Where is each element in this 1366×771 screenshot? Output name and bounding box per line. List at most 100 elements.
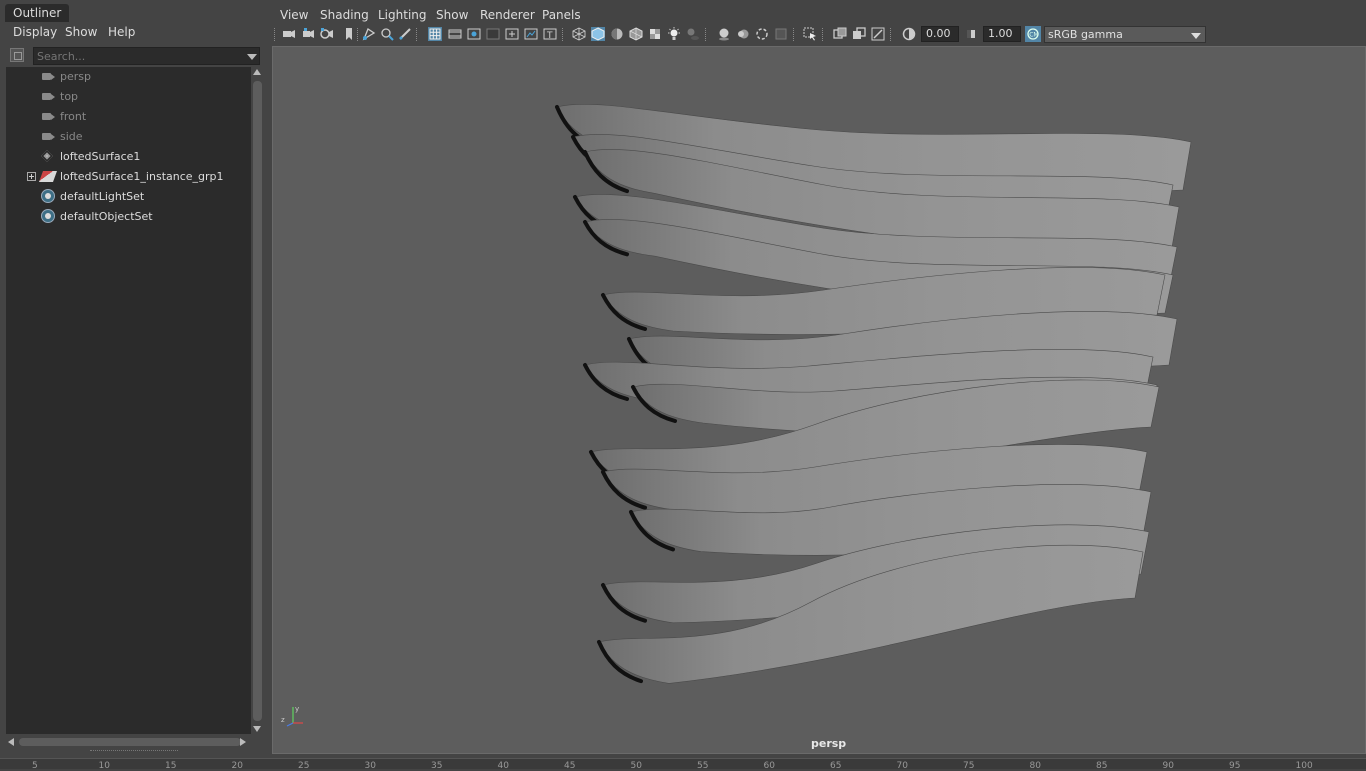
filter-icon[interactable]: [10, 48, 24, 62]
outliner-item-front[interactable]: front: [6, 107, 251, 127]
time-tick-label: 35: [431, 761, 443, 771]
toolbar-separator: [822, 28, 825, 41]
viewport-menu-bar: View Shading Lighting Show Renderer Pane…: [270, 4, 1366, 24]
wireframe-on-shaded-icon[interactable]: [629, 27, 643, 41]
menu-show[interactable]: Show: [65, 22, 97, 42]
set-icon: [41, 209, 55, 223]
film-gate-icon[interactable]: [448, 27, 462, 41]
lights-icon[interactable]: [667, 27, 681, 41]
time-tick-label: 45: [564, 761, 576, 771]
color-space-select[interactable]: sRGB gamma: [1044, 26, 1206, 43]
color-management-icon[interactable]: CM: [1025, 26, 1041, 42]
lofted-surface-geometry[interactable]: [273, 47, 1366, 754]
time-tick-label: 75: [963, 761, 975, 771]
svg-text:z: z: [281, 716, 285, 724]
scrollbar-thumb[interactable]: [253, 81, 262, 721]
outliner-item-persp[interactable]: persp: [6, 67, 251, 87]
outliner-item-label: defaultObjectSet: [60, 210, 153, 223]
ambient-occlusion-icon[interactable]: [717, 27, 731, 41]
outliner-item-label: persp: [60, 70, 91, 83]
outliner-horizontal-scrollbar[interactable]: [6, 736, 251, 748]
safe-title-icon[interactable]: T: [543, 27, 557, 41]
bookmark-camera-icon[interactable]: [320, 27, 334, 41]
camera-icon: [42, 133, 55, 140]
viewport-toolbar: T 0.00 1.00 CM sRGB gamma: [270, 24, 1366, 46]
outliner-item-top[interactable]: top: [6, 87, 251, 107]
axis-gizmo: z y: [281, 705, 303, 727]
toolbar-separator: [890, 28, 893, 41]
expand-plus-icon[interactable]: [27, 172, 36, 181]
menu-view[interactable]: View: [280, 7, 308, 23]
menu-lighting[interactable]: Lighting: [378, 7, 427, 23]
toolbar-separator: [274, 28, 277, 41]
image-plane-icon[interactable]: [362, 27, 376, 41]
scroll-up-arrow-icon[interactable]: [253, 69, 261, 75]
depth-of-field-icon[interactable]: [774, 27, 788, 41]
gamma-icon[interactable]: [964, 27, 978, 41]
textured-icon[interactable]: [648, 27, 662, 41]
menu-show[interactable]: Show: [436, 7, 468, 23]
toolbar-separator: [416, 28, 419, 41]
scrollbar-thumb[interactable]: [19, 738, 241, 746]
nurbs-surface-icon: [40, 149, 54, 163]
grease-pencil-icon[interactable]: [398, 27, 412, 41]
outliner-item-label: defaultLightSet: [60, 190, 145, 203]
anti-aliasing-icon[interactable]: [755, 27, 769, 41]
xray-joints-icon[interactable]: [871, 27, 885, 41]
outliner-item-default-object-set[interactable]: defaultObjectSet: [6, 207, 251, 227]
safe-action-icon[interactable]: [524, 27, 538, 41]
resolution-gate-icon[interactable]: [467, 27, 481, 41]
outliner-tab[interactable]: Outliner: [5, 4, 70, 22]
search-input[interactable]: [33, 47, 260, 65]
two-d-pan-zoom-icon[interactable]: [380, 27, 394, 41]
outliner-item-default-light-set[interactable]: defaultLightSet: [6, 187, 251, 207]
menu-panels[interactable]: Panels: [542, 7, 581, 23]
resize-grip[interactable]: [90, 750, 178, 753]
menu-renderer[interactable]: Renderer: [480, 7, 535, 23]
set-icon: [41, 189, 55, 203]
xray-active-components-icon[interactable]: [852, 27, 866, 41]
wireframe-icon[interactable]: [572, 27, 586, 41]
outliner-item-label: side: [60, 130, 83, 143]
outliner-item-side[interactable]: side: [6, 127, 251, 147]
xray-icon[interactable]: [833, 27, 847, 41]
gamma-field[interactable]: 1.00: [983, 26, 1021, 42]
time-tick-label: 100: [1295, 761, 1313, 771]
menu-display[interactable]: Display: [13, 22, 57, 42]
outliner-vertical-scrollbar[interactable]: [252, 67, 263, 734]
time-tick-label: 80: [1029, 761, 1041, 771]
select-camera-icon[interactable]: [282, 27, 296, 41]
time-tick-label: 15: [165, 761, 177, 771]
svg-text:CM: CM: [1029, 32, 1038, 39]
scroll-left-arrow-icon[interactable]: [8, 738, 14, 746]
chevron-down-icon[interactable]: [1191, 33, 1201, 39]
shadows-icon[interactable]: [686, 27, 700, 41]
scroll-down-arrow-icon[interactable]: [253, 726, 261, 732]
3d-viewport[interactable]: z y persp: [272, 46, 1366, 754]
chevron-down-icon[interactable]: [247, 54, 257, 60]
camera-attributes-icon[interactable]: [302, 27, 316, 41]
field-chart-icon[interactable]: [505, 27, 519, 41]
outliner-item-label: loftedSurface1_instance_grp1: [60, 170, 224, 183]
camera-icon: [42, 93, 55, 100]
gate-mask-icon[interactable]: [486, 27, 500, 41]
time-tick-label: 10: [98, 761, 110, 771]
bookmark-icon[interactable]: [342, 27, 356, 41]
scroll-right-arrow-icon[interactable]: [240, 738, 246, 746]
time-slider[interactable]: 5 10 15 20 25 30 35 40 45 50 55 60 65 70 75 80 85 90 95 100: [0, 758, 1366, 771]
exposure-icon[interactable]: [902, 27, 916, 41]
outliner-item-label: top: [60, 90, 79, 103]
grid-toggle-icon[interactable]: [428, 27, 442, 41]
outliner-item-instance-group[interactable]: loftedSurface1_instance_grp1: [6, 167, 251, 187]
outliner-item-label: loftedSurface1: [60, 150, 141, 163]
motion-blur-icon[interactable]: [736, 27, 750, 41]
default-material-icon[interactable]: [610, 27, 624, 41]
smooth-shade-icon[interactable]: [591, 27, 605, 41]
menu-help[interactable]: Help: [108, 22, 135, 42]
exposure-field[interactable]: 0.00: [921, 26, 959, 42]
menu-shading[interactable]: Shading: [320, 7, 369, 23]
isolate-select-icon[interactable]: [803, 27, 817, 41]
outliner-item-lofted-surface[interactable]: loftedSurface1: [6, 147, 251, 167]
toolbar-separator: [357, 28, 360, 41]
svg-text:T: T: [546, 31, 553, 41]
